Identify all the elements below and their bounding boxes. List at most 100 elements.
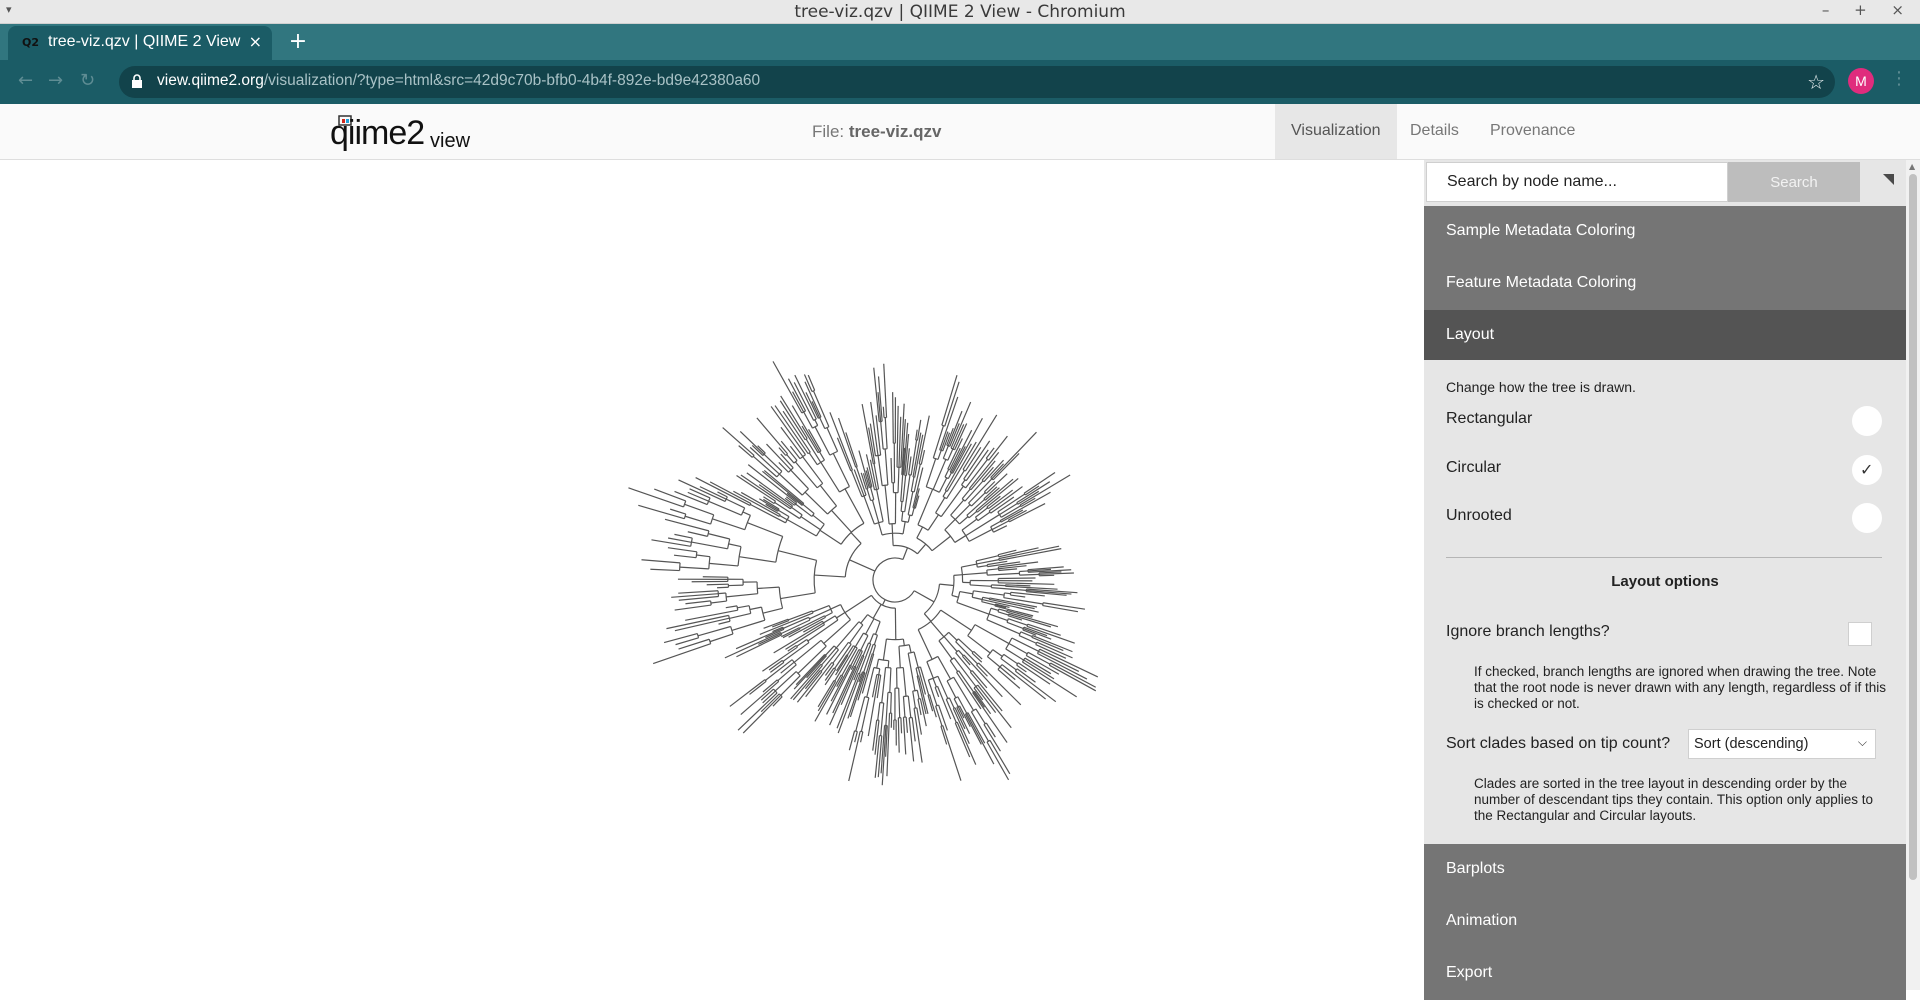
tree-branch: [989, 614, 1008, 621]
tree-branch: [851, 533, 861, 544]
tree-branch: [685, 516, 711, 524]
tree-branch: [773, 361, 802, 413]
tree-branch: [696, 555, 709, 557]
phylogenetic-tree[interactable]: [0, 160, 1424, 990]
address-bar[interactable]: view.qiime2.org/visualization/?type=html…: [119, 66, 1835, 98]
tree-branch: [932, 536, 950, 550]
tree-branch: [993, 650, 1003, 657]
tree-branch: [757, 587, 779, 588]
export-header[interactable]: Export: [1424, 948, 1906, 1000]
tree-branch: [779, 462, 789, 472]
tab-provenance[interactable]: Provenance: [1474, 104, 1591, 159]
tree-branch: [957, 602, 989, 614]
profile-avatar[interactable]: M: [1848, 68, 1874, 94]
tree-arc: [917, 538, 932, 551]
qiime2-view-logo[interactable]: qiime2 view: [330, 110, 470, 154]
tree-branch: [958, 650, 963, 655]
tree-branch: [849, 731, 854, 750]
tree-branch: [911, 477, 914, 491]
page-scrollbar[interactable]: ▲: [1906, 160, 1920, 990]
tree-branch: [698, 627, 731, 636]
tree-branch: [726, 594, 758, 597]
tree-branch: [914, 652, 918, 668]
tree-branch: [916, 430, 918, 440]
sort-clades-help: Clades are sorted in the tree layout in …: [1474, 776, 1894, 824]
tab-details[interactable]: Details: [1394, 104, 1475, 159]
tree-branch: [990, 740, 1010, 774]
tree-branch: [855, 633, 863, 647]
tree-branch: [743, 512, 751, 515]
tree-branch: [1010, 595, 1025, 597]
tree-branch: [961, 564, 976, 567]
browser-toolbar: ← → ↻ view.qiime2.org/visualization/?typ…: [0, 60, 1920, 104]
tree-branch: [993, 526, 1006, 533]
tab-visualization[interactable]: Visualization: [1275, 104, 1397, 159]
close-tab-icon[interactable]: ×: [249, 32, 262, 51]
tree-branch: [723, 428, 754, 456]
tree-branch: [873, 645, 876, 654]
tree-branch: [750, 681, 767, 694]
sort-clades-select[interactable]: Sort (descending) ⌵: [1688, 729, 1876, 759]
tree-branch: [903, 476, 906, 502]
tree-branch: [759, 485, 791, 508]
tree-branch: [987, 657, 1000, 667]
file-name: tree-viz.qzv: [849, 122, 942, 141]
tree-arc: [886, 639, 903, 640]
tree-branch: [874, 464, 879, 489]
tree-branch: [743, 695, 780, 733]
scroll-up-icon[interactable]: ▲: [1909, 162, 1915, 171]
collapse-triangle-icon[interactable]: [1883, 174, 1894, 185]
tree-branch: [958, 639, 972, 652]
layout-option-unrooted[interactable]: Unrooted: [1446, 503, 1882, 533]
tree-branch: [885, 449, 888, 485]
layout-option-circular[interactable]: Circular ✓: [1446, 455, 1882, 485]
lock-icon: [131, 74, 143, 88]
layout-divider: [1446, 557, 1882, 558]
star-icon[interactable]: ☆: [1807, 70, 1825, 94]
browser-tab[interactable]: Q2 tree-viz.qzv | QIIME 2 View ×: [8, 26, 272, 60]
tree-branch: [941, 610, 972, 630]
back-arrow-icon[interactable]: ←: [18, 70, 33, 91]
tree-branch: [899, 646, 900, 668]
tree-branch: [1001, 658, 1016, 669]
tree-branch: [674, 534, 692, 538]
tree-branch: [938, 450, 941, 459]
tree-branch: [960, 517, 968, 524]
tree-branch: [821, 462, 840, 492]
animation-header[interactable]: Animation: [1424, 896, 1906, 948]
unrooted-radio[interactable]: [1852, 503, 1882, 533]
layout-option-rectangular[interactable]: Rectangular: [1446, 406, 1882, 436]
sample-metadata-coloring-header[interactable]: Sample Metadata Coloring: [1424, 206, 1906, 258]
forward-arrow-icon[interactable]: →: [48, 70, 63, 91]
ignore-branch-lengths-checkbox[interactable]: [1848, 622, 1872, 646]
scrollbar-thumb[interactable]: [1909, 174, 1917, 880]
tree-canvas[interactable]: [0, 160, 1424, 990]
search-button[interactable]: Search: [1728, 162, 1860, 202]
tree-branch: [867, 489, 871, 501]
tree-branch: [912, 718, 915, 742]
tree-branch: [1017, 665, 1027, 672]
tree-branch: [732, 620, 765, 630]
tree-branch: [870, 634, 874, 644]
browser-menu-icon[interactable]: ⋮: [1890, 68, 1908, 89]
reload-icon[interactable]: ↻: [80, 70, 95, 91]
tree-branch: [709, 563, 738, 566]
circular-radio[interactable]: ✓: [1852, 455, 1882, 485]
layout-header[interactable]: Layout: [1424, 310, 1906, 362]
tree-branch: [820, 452, 825, 460]
barplots-header[interactable]: Barplots: [1424, 844, 1906, 896]
tree-branch: [949, 698, 954, 708]
tree-branch: [750, 607, 762, 609]
tree-branch: [999, 548, 1039, 557]
tree-branch: [903, 696, 904, 717]
tree-branch: [764, 470, 803, 503]
feature-metadata-coloring-header[interactable]: Feature Metadata Coloring: [1424, 258, 1906, 310]
node-search-input[interactable]: [1426, 162, 1728, 202]
tree-branch: [691, 542, 727, 549]
window-controls[interactable]: – + ×: [1822, 1, 1914, 19]
tree-branch: [883, 407, 884, 418]
tree-branch: [987, 620, 1020, 634]
new-tab-button[interactable]: +: [284, 28, 312, 56]
rectangular-radio[interactable]: [1852, 406, 1882, 436]
ignore-branch-lengths-label: Ignore branch lengths?: [1446, 623, 1610, 641]
